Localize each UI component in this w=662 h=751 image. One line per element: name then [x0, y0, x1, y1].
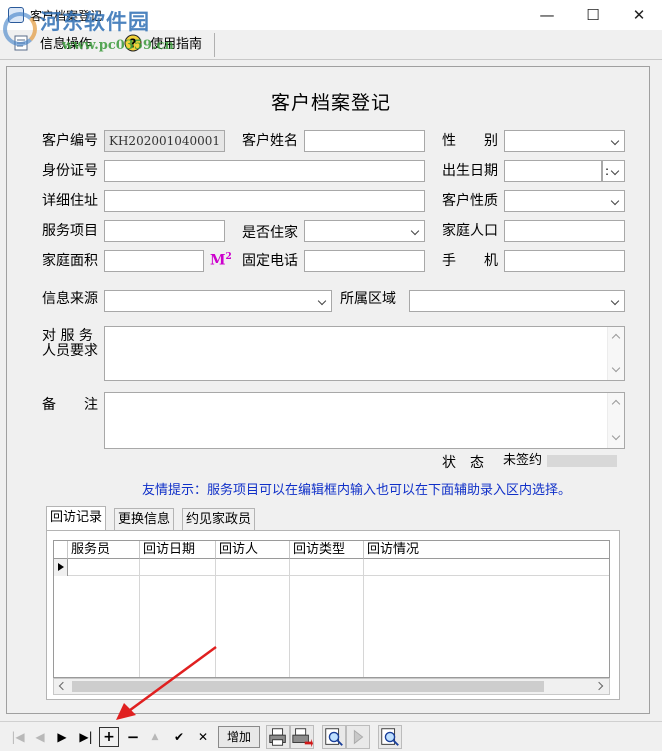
close-button[interactable]: ✕: [616, 0, 662, 30]
area-field[interactable]: [104, 250, 204, 272]
customer-no-label: 客户编号: [42, 133, 98, 149]
scroll-right-icon: [594, 681, 604, 691]
scroll-down-icon: [611, 431, 621, 441]
tab-visit-records[interactable]: 回访记录: [46, 506, 107, 531]
customer-name-field[interactable]: [304, 130, 425, 152]
red-arrow-annotation: [116, 645, 217, 720]
phone-field[interactable]: [304, 250, 425, 272]
customer-name-label: 客户姓名: [242, 133, 298, 149]
nav-first-button[interactable]: |◀: [8, 727, 28, 747]
status-label: 状 态: [442, 455, 484, 471]
watermark-logo: 河东软件园: [40, 10, 150, 34]
hint-text: 友情提示：服务项目可以在编辑框内输入也可以在下面辅助录入区内选择。: [142, 483, 572, 498]
source-select[interactable]: [104, 290, 332, 312]
status-value: 未签约: [503, 453, 543, 468]
form-title: 客户档案登记: [270, 92, 391, 114]
live-in-label: 是否住家: [242, 225, 298, 241]
minimize-button[interactable]: —: [524, 0, 570, 30]
nav-delete-button[interactable]: −: [123, 727, 143, 747]
print-export-icon[interactable]: [290, 725, 314, 749]
customer-type-label: 客户性质: [442, 193, 498, 209]
gender-select[interactable]: [504, 130, 625, 152]
area-label: 家庭面积: [42, 253, 98, 269]
nav-next-button[interactable]: ▶: [52, 727, 72, 747]
region-select[interactable]: [409, 290, 625, 312]
source-label: 信息来源: [42, 291, 98, 307]
region-label: 所属区域: [340, 291, 396, 307]
birthdate-field[interactable]: [504, 160, 602, 182]
service-label: 服务项目: [42, 223, 98, 239]
grid-corner: [54, 541, 68, 559]
scroll-left-icon: [58, 681, 68, 691]
nav-insert-button[interactable]: +: [99, 727, 119, 747]
status-bar: [547, 455, 617, 467]
grid-header-visit-type[interactable]: 回访类型: [290, 541, 364, 559]
birthdate-picker-button[interactable]: :: [602, 160, 625, 182]
nav-last-button[interactable]: ▶|: [76, 727, 96, 747]
grid-header-visit-date[interactable]: 回访日期: [140, 541, 216, 559]
nav-post-button[interactable]: ✔: [169, 727, 189, 747]
grid-col-line: [363, 559, 364, 677]
nav-edit-button[interactable]: ▲: [145, 727, 165, 747]
print-icon[interactable]: [266, 725, 290, 749]
grid-header-visitor[interactable]: 回访人: [216, 541, 290, 559]
db-navigator: |◀ ◀ ▶ ▶| + − ▲ ✔ ✕ 增加: [0, 721, 662, 751]
address-label: 详细住址: [42, 193, 98, 209]
watermark-url: www.pc0359.cn: [62, 38, 174, 53]
scroll-up-icon: [611, 333, 621, 343]
service-field[interactable]: [104, 220, 225, 242]
area-unit: M2: [210, 252, 232, 269]
grid-header-visit-details[interactable]: 回访情况: [364, 541, 609, 559]
remark-label: 备 注: [42, 397, 98, 413]
mobile-field[interactable]: [504, 250, 625, 272]
live-in-select[interactable]: [304, 220, 425, 242]
nav-prior-button[interactable]: ◀: [30, 727, 50, 747]
id-no-label: 身份证号: [42, 163, 98, 179]
tab-meet-housekeeper[interactable]: 约见家政员: [182, 508, 256, 530]
remark-scrollbar[interactable]: [607, 393, 624, 448]
grid-col-line: [289, 559, 290, 677]
address-field[interactable]: [104, 190, 425, 212]
nav-cancel-button[interactable]: ✕: [193, 727, 213, 747]
row-indicator-icon: [54, 559, 68, 576]
gender-label: 性 别: [442, 133, 498, 149]
birthdate-label: 出生日期: [442, 163, 498, 179]
search-preview-icon[interactable]: [378, 725, 402, 749]
tab-change-info[interactable]: 更换信息: [114, 508, 175, 530]
menu-separator: [214, 33, 215, 57]
phone-label: 固定电话: [242, 253, 298, 269]
requirement-textarea[interactable]: [104, 326, 625, 381]
customer-no-field: KH202001040001: [104, 130, 225, 152]
customer-type-select[interactable]: [504, 190, 625, 212]
requirement-scrollbar[interactable]: [607, 327, 624, 380]
add-button[interactable]: 增加: [218, 726, 260, 748]
preview-icon[interactable]: [322, 725, 346, 749]
family-size-field[interactable]: [504, 220, 625, 242]
grid-header-servant[interactable]: 服务员: [68, 541, 140, 559]
scroll-down-icon: [611, 363, 621, 373]
scroll-up-icon: [611, 399, 621, 409]
family-size-label: 家庭人口: [442, 223, 498, 239]
requirement-label-line2: 人员要求: [42, 343, 98, 359]
table-row[interactable]: [54, 559, 609, 576]
id-no-field[interactable]: [104, 160, 425, 182]
remark-textarea[interactable]: [104, 392, 625, 449]
maximize-button[interactable]: ☐: [570, 0, 616, 30]
mobile-label: 手 机: [442, 253, 498, 269]
play-icon[interactable]: [346, 725, 370, 749]
watermark-swirl-icon: [3, 12, 37, 46]
